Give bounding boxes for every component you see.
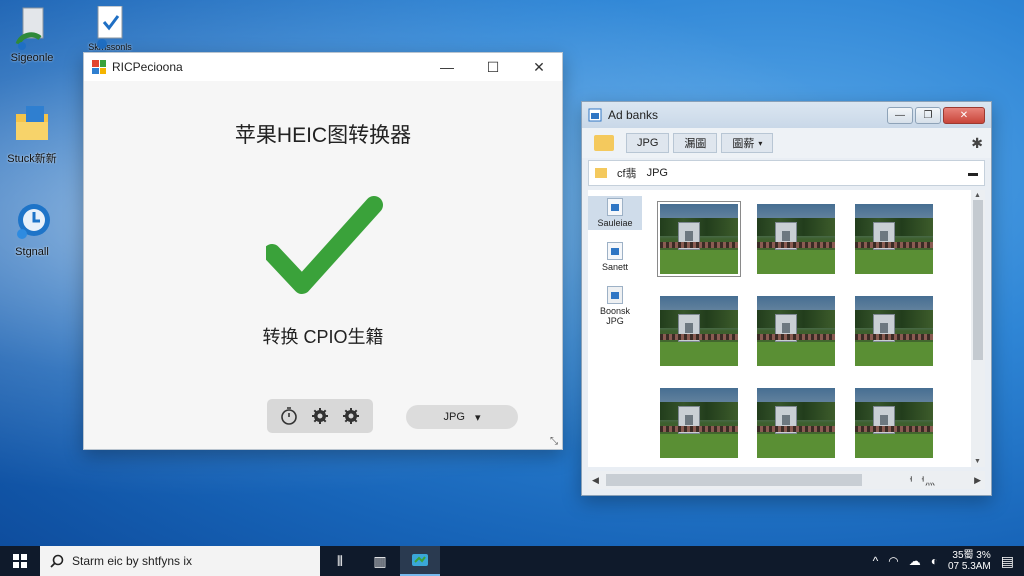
scroll-right-icon[interactable]: ▶ (974, 475, 981, 486)
navigation-pane: Sauleiae Sanett Boonsk JPG (588, 190, 642, 467)
task-view-icon[interactable]: ⫴ (320, 546, 360, 576)
app-logo-icon (92, 60, 106, 74)
breadcrumb-parent[interactable]: cf翡 (617, 165, 637, 181)
folder-icon (12, 104, 52, 146)
image-thumbnail[interactable] (855, 296, 933, 366)
scroll-nav-label: ᅥ ᅥ灬 (903, 476, 935, 488)
gear-icon[interactable] (341, 406, 361, 426)
timer-icon[interactable] (279, 406, 299, 426)
window-title: Ad banks (608, 108, 659, 122)
chevron-up-icon[interactable]: ^ (873, 554, 879, 568)
action-toolbar (267, 399, 373, 433)
scroll-up-icon[interactable]: ▲ (974, 192, 981, 199)
desktop-icon-label: Stuck新新 (7, 153, 57, 165)
file-grid: ▲ ▼ (642, 190, 985, 467)
resize-handle-icon[interactable]: ⤡ (550, 436, 558, 447)
gear-icon[interactable] (310, 406, 330, 426)
ribbon: JPG 漏圖 圖薪 ▾ ✱ (582, 128, 991, 158)
tools-icon[interactable]: ✱ (971, 135, 983, 152)
minimize-button[interactable]: — (424, 53, 470, 81)
clock-date: 07 5.3AM (947, 561, 991, 572)
caret-down-icon: ▾ (758, 138, 763, 148)
taskbar: Starm eic by shtfyns ix ⫴ ▥ ^ ◠ ☁ ◐ 35蜀 … (0, 546, 1024, 576)
scroll-left-icon[interactable]: ◀ (592, 475, 599, 486)
vertical-scrollbar[interactable]: ▲ ▼ (971, 190, 985, 467)
minimize-button[interactable]: — (887, 106, 913, 124)
search-placeholder: Starm eic by shtfyns ix (72, 554, 193, 568)
desktop-icon-label: Stgnall (15, 246, 49, 258)
collapse-icon[interactable]: ▬ (968, 168, 978, 179)
nav-item-label: Boonsk JPG (599, 306, 631, 326)
window-title: RICPecioona (112, 60, 183, 74)
picture-folder-icon (588, 108, 602, 122)
ribbon-tab-label: 圖薪 (732, 138, 755, 150)
nav-item[interactable]: Boonsk JPG (588, 284, 642, 328)
converter-window: RICPecioona — ☐ ✕ 苹果HEIC图转换器 转换 CPIO生籍 J… (83, 52, 563, 450)
taskbar-search[interactable]: Starm eic by shtfyns ix (40, 546, 320, 576)
app-heading: 苹果HEIC图转换器 (234, 124, 412, 147)
scrollbar-thumb[interactable] (973, 200, 983, 360)
ribbon-tab[interactable]: JPG (626, 133, 670, 153)
converter-titlebar[interactable]: RICPecioona — ☐ ✕ (84, 53, 562, 81)
ribbon-tab-dropdown[interactable]: 圖薪 ▾ (721, 133, 774, 153)
clock-time: 35蜀 3% (952, 550, 991, 561)
explorer-titlebar[interactable]: Ad banks — ❐ ✕ (582, 102, 991, 128)
clock[interactable]: 35蜀 3% 07 5.3AM (948, 550, 991, 572)
picture-folder-icon (607, 198, 623, 216)
image-thumbnail[interactable] (855, 388, 933, 458)
document-folder-icon (607, 286, 623, 304)
picture-folder-icon (607, 242, 623, 260)
address-bar[interactable]: cf翡 JPG ▬ (588, 160, 985, 186)
desktop-icon-recycle[interactable]: Sigeonle (0, 6, 64, 64)
taskbar-app-converter[interactable] (400, 546, 440, 576)
widgets-icon[interactable]: ▥ (360, 546, 400, 576)
ribbon-tab[interactable]: 漏圖 (673, 133, 718, 153)
document-icon (90, 5, 130, 49)
nav-item[interactable]: Sanett (588, 240, 642, 274)
horizontal-scrollbar[interactable]: ◀ ᅥ ᅥ灬 ▶ (588, 471, 985, 489)
explorer-body: Sauleiae Sanett Boonsk JPG ▲ ▼ (588, 190, 985, 467)
format-value: JPG (443, 411, 465, 423)
cloud-icon[interactable]: ☁ (909, 554, 921, 568)
nav-item-label: Sauleiae (597, 218, 633, 228)
nav-item-label: Sanett (601, 262, 629, 272)
volume-icon[interactable]: ◐ (931, 554, 938, 568)
success-check-icon (263, 193, 386, 303)
desktop-icon-edge[interactable]: Stgnall (0, 200, 64, 258)
image-thumbnail[interactable] (757, 204, 835, 274)
search-icon (50, 554, 64, 568)
scrollbar-thumb[interactable] (606, 474, 862, 486)
maximize-button[interactable]: ☐ (470, 53, 516, 81)
image-thumbnail[interactable] (657, 201, 741, 277)
image-thumbnail[interactable] (660, 296, 738, 366)
desktop-icon-folder[interactable]: Stuck新新 (0, 104, 64, 166)
breadcrumb-current[interactable]: JPG (647, 167, 668, 179)
start-button[interactable] (0, 546, 40, 576)
folder-icon[interactable] (594, 135, 614, 151)
close-button[interactable]: ✕ (516, 53, 562, 81)
image-thumbnail[interactable] (757, 296, 835, 366)
folder-icon (595, 168, 607, 178)
wifi-icon[interactable]: ◠ (888, 554, 898, 568)
desktop-icon-document[interactable]: Skmssonls (78, 5, 142, 52)
maximize-button[interactable]: ❐ (915, 106, 941, 124)
close-button[interactable]: ✕ (943, 106, 985, 124)
desktop-icon-label: Sigeonle (10, 52, 54, 64)
nav-item[interactable]: Sauleiae (588, 196, 642, 230)
conversion-status: 转换 CPIO生籍 (262, 327, 384, 347)
windows-logo-icon (13, 554, 27, 568)
recycle-bin-icon (12, 6, 52, 50)
caret-down-icon: ▾ (474, 411, 481, 424)
image-thumbnail[interactable] (855, 204, 933, 274)
image-thumbnail[interactable] (660, 388, 738, 458)
edge-browser-icon (12, 200, 52, 242)
image-thumbnail[interactable] (757, 388, 835, 458)
converter-app-icon (412, 554, 428, 566)
explorer-window: Ad banks — ❐ ✕ JPG 漏圖 圖薪 ▾ ✱ cf翡 JPG ▬ Sa… (581, 101, 992, 496)
scroll-down-icon[interactable]: ▼ (974, 458, 981, 465)
notification-icon[interactable]: ▤ (1001, 553, 1014, 570)
output-format-dropdown[interactable]: JPG ▾ (406, 405, 518, 429)
system-tray: ^ ◠ ☁ ◐ 35蜀 3% 07 5.3AM ▤ (873, 546, 1024, 576)
